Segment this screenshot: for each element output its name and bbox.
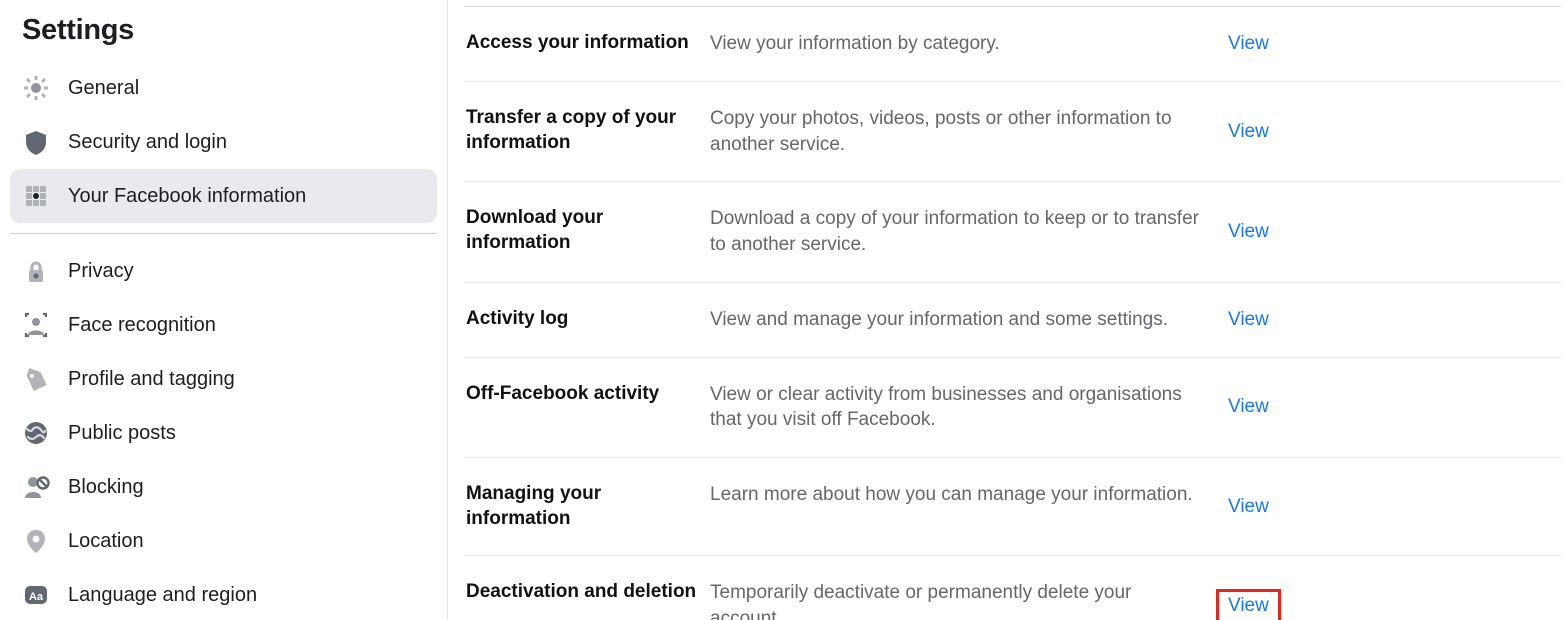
language-icon [22, 581, 50, 609]
setting-row: Off-Facebook activityView or clear activ… [464, 358, 1561, 458]
pin-icon [22, 527, 50, 555]
setting-row-description: Copy your photos, videos, posts or other… [710, 106, 1220, 157]
setting-row-title: Activity log [466, 307, 710, 332]
setting-row: Download your informationDownload a copy… [464, 182, 1561, 282]
sidebar-item-general[interactable]: General [10, 61, 437, 115]
setting-row-title: Off-Facebook activity [466, 382, 710, 407]
sidebar-item-label: Face recognition [68, 314, 216, 337]
view-link[interactable]: View [1220, 593, 1277, 619]
view-link[interactable]: View [1220, 219, 1277, 245]
sidebar-item-profile-and-tagging[interactable]: Profile and tagging [10, 352, 437, 406]
settings-sidebar: Settings General Security and login Your F… [0, 0, 448, 620]
setting-row-description: View your information by category. [710, 31, 1220, 57]
sidebar-item-label: Blocking [68, 476, 144, 499]
setting-row-title: Access your information [466, 31, 710, 56]
sidebar-item-label: Language and region [68, 584, 257, 607]
sidebar-item-label: Public posts [68, 422, 176, 445]
gear-icon [22, 74, 50, 102]
setting-row: Transfer a copy of your informationCopy … [464, 82, 1561, 182]
sidebar-item-public-posts[interactable]: Public posts [10, 406, 437, 460]
sidebar-item-label: Profile and tagging [68, 368, 235, 391]
sidebar-item-security-and-login[interactable]: Security and login [10, 115, 437, 169]
view-link[interactable]: View [1220, 394, 1277, 420]
globe-icon [22, 419, 50, 447]
setting-row-title: Managing your information [466, 482, 710, 531]
page-title: Settings [22, 14, 437, 47]
setting-row: Activity logView and manage your informa… [464, 283, 1561, 358]
sidebar-item-location[interactable]: Location [10, 514, 437, 568]
setting-row-title: Transfer a copy of your information [466, 106, 710, 155]
setting-row: Access your informationView your informa… [464, 7, 1561, 82]
main-content: Access your informationView your informa… [448, 0, 1565, 620]
shield-icon [22, 128, 50, 156]
block-icon [22, 473, 50, 501]
sidebar-item-your-facebook-information[interactable]: Your Facebook information [10, 169, 437, 223]
setting-row-description: View or clear activity from businesses a… [710, 382, 1220, 433]
setting-row: Managing your informationLearn more abou… [464, 458, 1561, 556]
sidebar-item-label: General [68, 77, 139, 100]
view-link[interactable]: View [1220, 307, 1277, 333]
setting-row-description: View and manage your information and som… [710, 307, 1220, 333]
setting-row-title: Download your information [466, 206, 710, 255]
setting-row-description: Learn more about how you can manage your… [710, 482, 1220, 508]
tag-icon [22, 365, 50, 393]
sidebar-item-blocking[interactable]: Blocking [10, 460, 437, 514]
sidebar-item-language-and-region[interactable]: Language and region [10, 568, 437, 620]
sidebar-item-label: Your Facebook information [68, 185, 306, 208]
view-link[interactable]: View [1220, 31, 1277, 57]
setting-row-title: Deactivation and deletion [466, 580, 710, 605]
sidebar-divider [10, 233, 437, 234]
sidebar-item-privacy[interactable]: Privacy [10, 244, 437, 298]
grid-icon [22, 182, 50, 210]
setting-row: Deactivation and deletionTemporarily dea… [464, 556, 1561, 620]
setting-row-description: Temporarily deactivate or permanently de… [710, 580, 1220, 620]
sidebar-item-label: Location [68, 530, 144, 553]
face-icon [22, 311, 50, 339]
setting-row-description: Download a copy of your information to k… [710, 206, 1220, 257]
sidebar-item-label: Privacy [68, 260, 134, 283]
sidebar-item-face-recognition[interactable]: Face recognition [10, 298, 437, 352]
sidebar-item-label: Security and login [68, 131, 227, 154]
view-link[interactable]: View [1220, 494, 1277, 520]
lock-icon [22, 257, 50, 285]
view-link[interactable]: View [1220, 119, 1277, 145]
